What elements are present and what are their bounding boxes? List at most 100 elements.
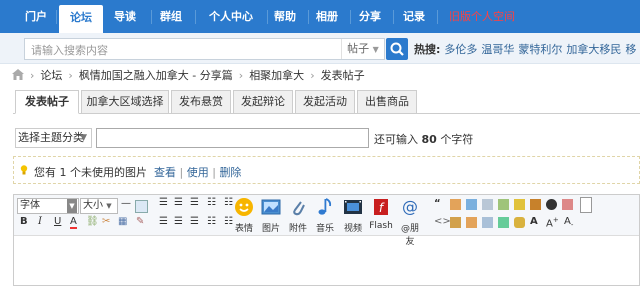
rich-text-icon[interactable] — [466, 217, 477, 228]
search-button[interactable] — [386, 38, 408, 60]
font-family-select[interactable]: 字体 ▼ — [17, 198, 79, 214]
nav-record[interactable]: 记录 — [399, 7, 429, 27]
music-label: 音乐 — [315, 224, 334, 234]
key-icon[interactable] — [514, 199, 525, 210]
align-right-icon[interactable]: ☰ — [190, 197, 199, 208]
bold-icon[interactable]: B — [20, 216, 28, 227]
underline-icon[interactable]: U — [54, 216, 61, 227]
attachment-label: 附件 — [288, 224, 307, 234]
horizontal-rule-icon[interactable]: — — [121, 198, 131, 209]
free-content-icon[interactable] — [482, 199, 493, 210]
quote-icon[interactable]: “ — [434, 198, 441, 209]
tab-debate[interactable]: 发起辩论 — [233, 90, 293, 114]
font-size-select[interactable]: 大小 ▼ — [80, 198, 118, 214]
flash-button[interactable]: f Flash — [368, 197, 394, 231]
hot-search-item[interactable]: 多伦多 — [444, 43, 477, 56]
indent-icon[interactable]: ☰ — [190, 216, 199, 227]
home-icon[interactable] — [12, 69, 24, 80]
hide-icon[interactable] — [450, 199, 461, 210]
topic-category-select[interactable]: 选择主题分类 ▼ — [15, 128, 92, 148]
background-color-icon[interactable] — [135, 200, 148, 213]
flash-icon: f — [374, 199, 388, 215]
align-left-icon[interactable]: ☰ — [159, 197, 168, 208]
align-center-icon[interactable]: ☰ — [174, 197, 183, 208]
image-sidebar-icon[interactable] — [482, 217, 493, 228]
nav-album[interactable]: 相册 — [312, 7, 342, 27]
chart-icon[interactable] — [498, 217, 509, 228]
nav-divider — [308, 10, 309, 24]
lightbulb-icon — [20, 165, 28, 175]
superscript-icon[interactable]: A+ — [546, 216, 559, 229]
image-button[interactable]: 图片 — [258, 197, 284, 234]
nav-user-center[interactable]: 个人中心 — [201, 7, 261, 27]
emoticon-button[interactable]: 表情 — [231, 197, 257, 234]
nav-divider — [437, 10, 438, 24]
qq-icon[interactable] — [546, 199, 557, 210]
code-icon[interactable]: <> — [434, 216, 451, 227]
tab-reward[interactable]: 发布悬赏 — [171, 90, 231, 114]
float-left-icon[interactable]: ☷ — [207, 197, 216, 208]
subscript-icon[interactable]: A- — [564, 216, 573, 229]
password-icon[interactable] — [562, 199, 573, 210]
nav-portal[interactable]: 门户 — [22, 7, 50, 27]
tab-region-select[interactable]: 加拿大区域选择 — [81, 90, 169, 114]
nav-divider — [151, 10, 152, 24]
table-icon[interactable]: ▦ — [118, 216, 127, 227]
emoticon-label: 表情 — [234, 224, 253, 234]
search-scope-label: 帖子 — [347, 42, 370, 55]
nav-share[interactable]: 分享 — [355, 7, 385, 27]
attachment-button[interactable]: 附件 — [285, 197, 311, 234]
mention-button[interactable]: @ @朋友 — [397, 197, 423, 247]
music-note-icon — [318, 198, 332, 215]
pages-icon[interactable] — [530, 199, 541, 210]
ordered-list-icon[interactable]: ☰ — [159, 216, 168, 227]
tab-post-thread[interactable]: 发表帖子 — [15, 90, 79, 114]
breadcrumb-forum[interactable]: 论坛 — [40, 69, 62, 82]
breadcrumb-subboard[interactable]: 相聚加拿大 — [249, 69, 304, 82]
nav-divider — [56, 10, 57, 24]
tab-activity[interactable]: 发起活动 — [295, 90, 355, 114]
nav-help[interactable]: 帮助 — [270, 7, 300, 27]
video-button[interactable]: 视频 — [340, 197, 366, 234]
use-link[interactable]: 使用 — [187, 166, 209, 179]
flash-label: Flash — [369, 221, 393, 231]
view-link[interactable]: 查看 — [154, 166, 176, 179]
clear-format-icon[interactable]: ✎ — [136, 216, 144, 227]
bg-icon[interactable] — [514, 217, 525, 228]
font-color-icon[interactable]: A — [70, 216, 77, 229]
font-family-label: 字体 — [20, 200, 40, 211]
hot-search: 热搜: 多伦多 温哥华 蒙特利尔 加拿大移民移 — [414, 41, 636, 57]
notice-text: 您有 1 个未使用的图片 — [34, 166, 147, 179]
unlink-icon[interactable]: ✂ — [102, 216, 110, 227]
breadcrumb: › 论坛 › 枫情加国之融入加拿大 - 分享篇 › 相聚加拿大 › 发表帖子 — [12, 68, 365, 84]
nav-groups[interactable]: 群组 — [156, 7, 186, 27]
post-editor: 字体 ▼ 大小 ▼ — ☰ ☰ ☰ ☷ ☷ B I U A ⛓ ✂ ▦ ✎ ☰ … — [13, 194, 640, 286]
breadcrumb-board[interactable]: 枫情加国之融入加拿大 - 分享篇 — [79, 69, 233, 82]
nav-forum[interactable]: 论坛 — [59, 5, 103, 33]
hot-search-item[interactable]: 温哥华 — [481, 43, 514, 56]
font-a-icon[interactable]: A — [530, 216, 538, 227]
hot-search-item[interactable]: 加拿大移民 — [566, 43, 621, 56]
italic-icon[interactable]: I — [38, 216, 42, 227]
subject-input[interactable] — [96, 128, 369, 148]
index-icon[interactable] — [498, 199, 509, 210]
full-screen-icon[interactable] — [580, 197, 592, 213]
outdent-icon[interactable]: ☷ — [207, 216, 216, 227]
topic-category-label: 选择主题分类 — [18, 131, 84, 144]
hot-search-item[interactable]: 移 — [625, 43, 636, 56]
notice-separator: | — [212, 166, 216, 179]
search-input[interactable]: 请输入搜索内容 帖子 ▼ — [24, 38, 385, 60]
nav-divider — [195, 10, 196, 24]
tab-sell-goods[interactable]: 出售商品 — [357, 90, 417, 114]
search-scope-select[interactable]: 帖子 ▼ — [341, 39, 384, 59]
nav-old-space[interactable]: 旧版个人空间 — [443, 7, 521, 27]
post-icon[interactable] — [466, 199, 477, 210]
hot-search-item[interactable]: 蒙特利尔 — [518, 43, 562, 56]
music-button[interactable]: 音乐 — [312, 197, 338, 234]
smiley-icon — [235, 198, 253, 216]
nav-guide[interactable]: 导读 — [110, 7, 140, 27]
link-icon[interactable]: ⛓ — [86, 216, 99, 227]
delete-link[interactable]: 删除 — [219, 166, 241, 179]
unordered-list-icon[interactable]: ☰ — [174, 216, 183, 227]
lock-icon[interactable] — [450, 217, 461, 228]
